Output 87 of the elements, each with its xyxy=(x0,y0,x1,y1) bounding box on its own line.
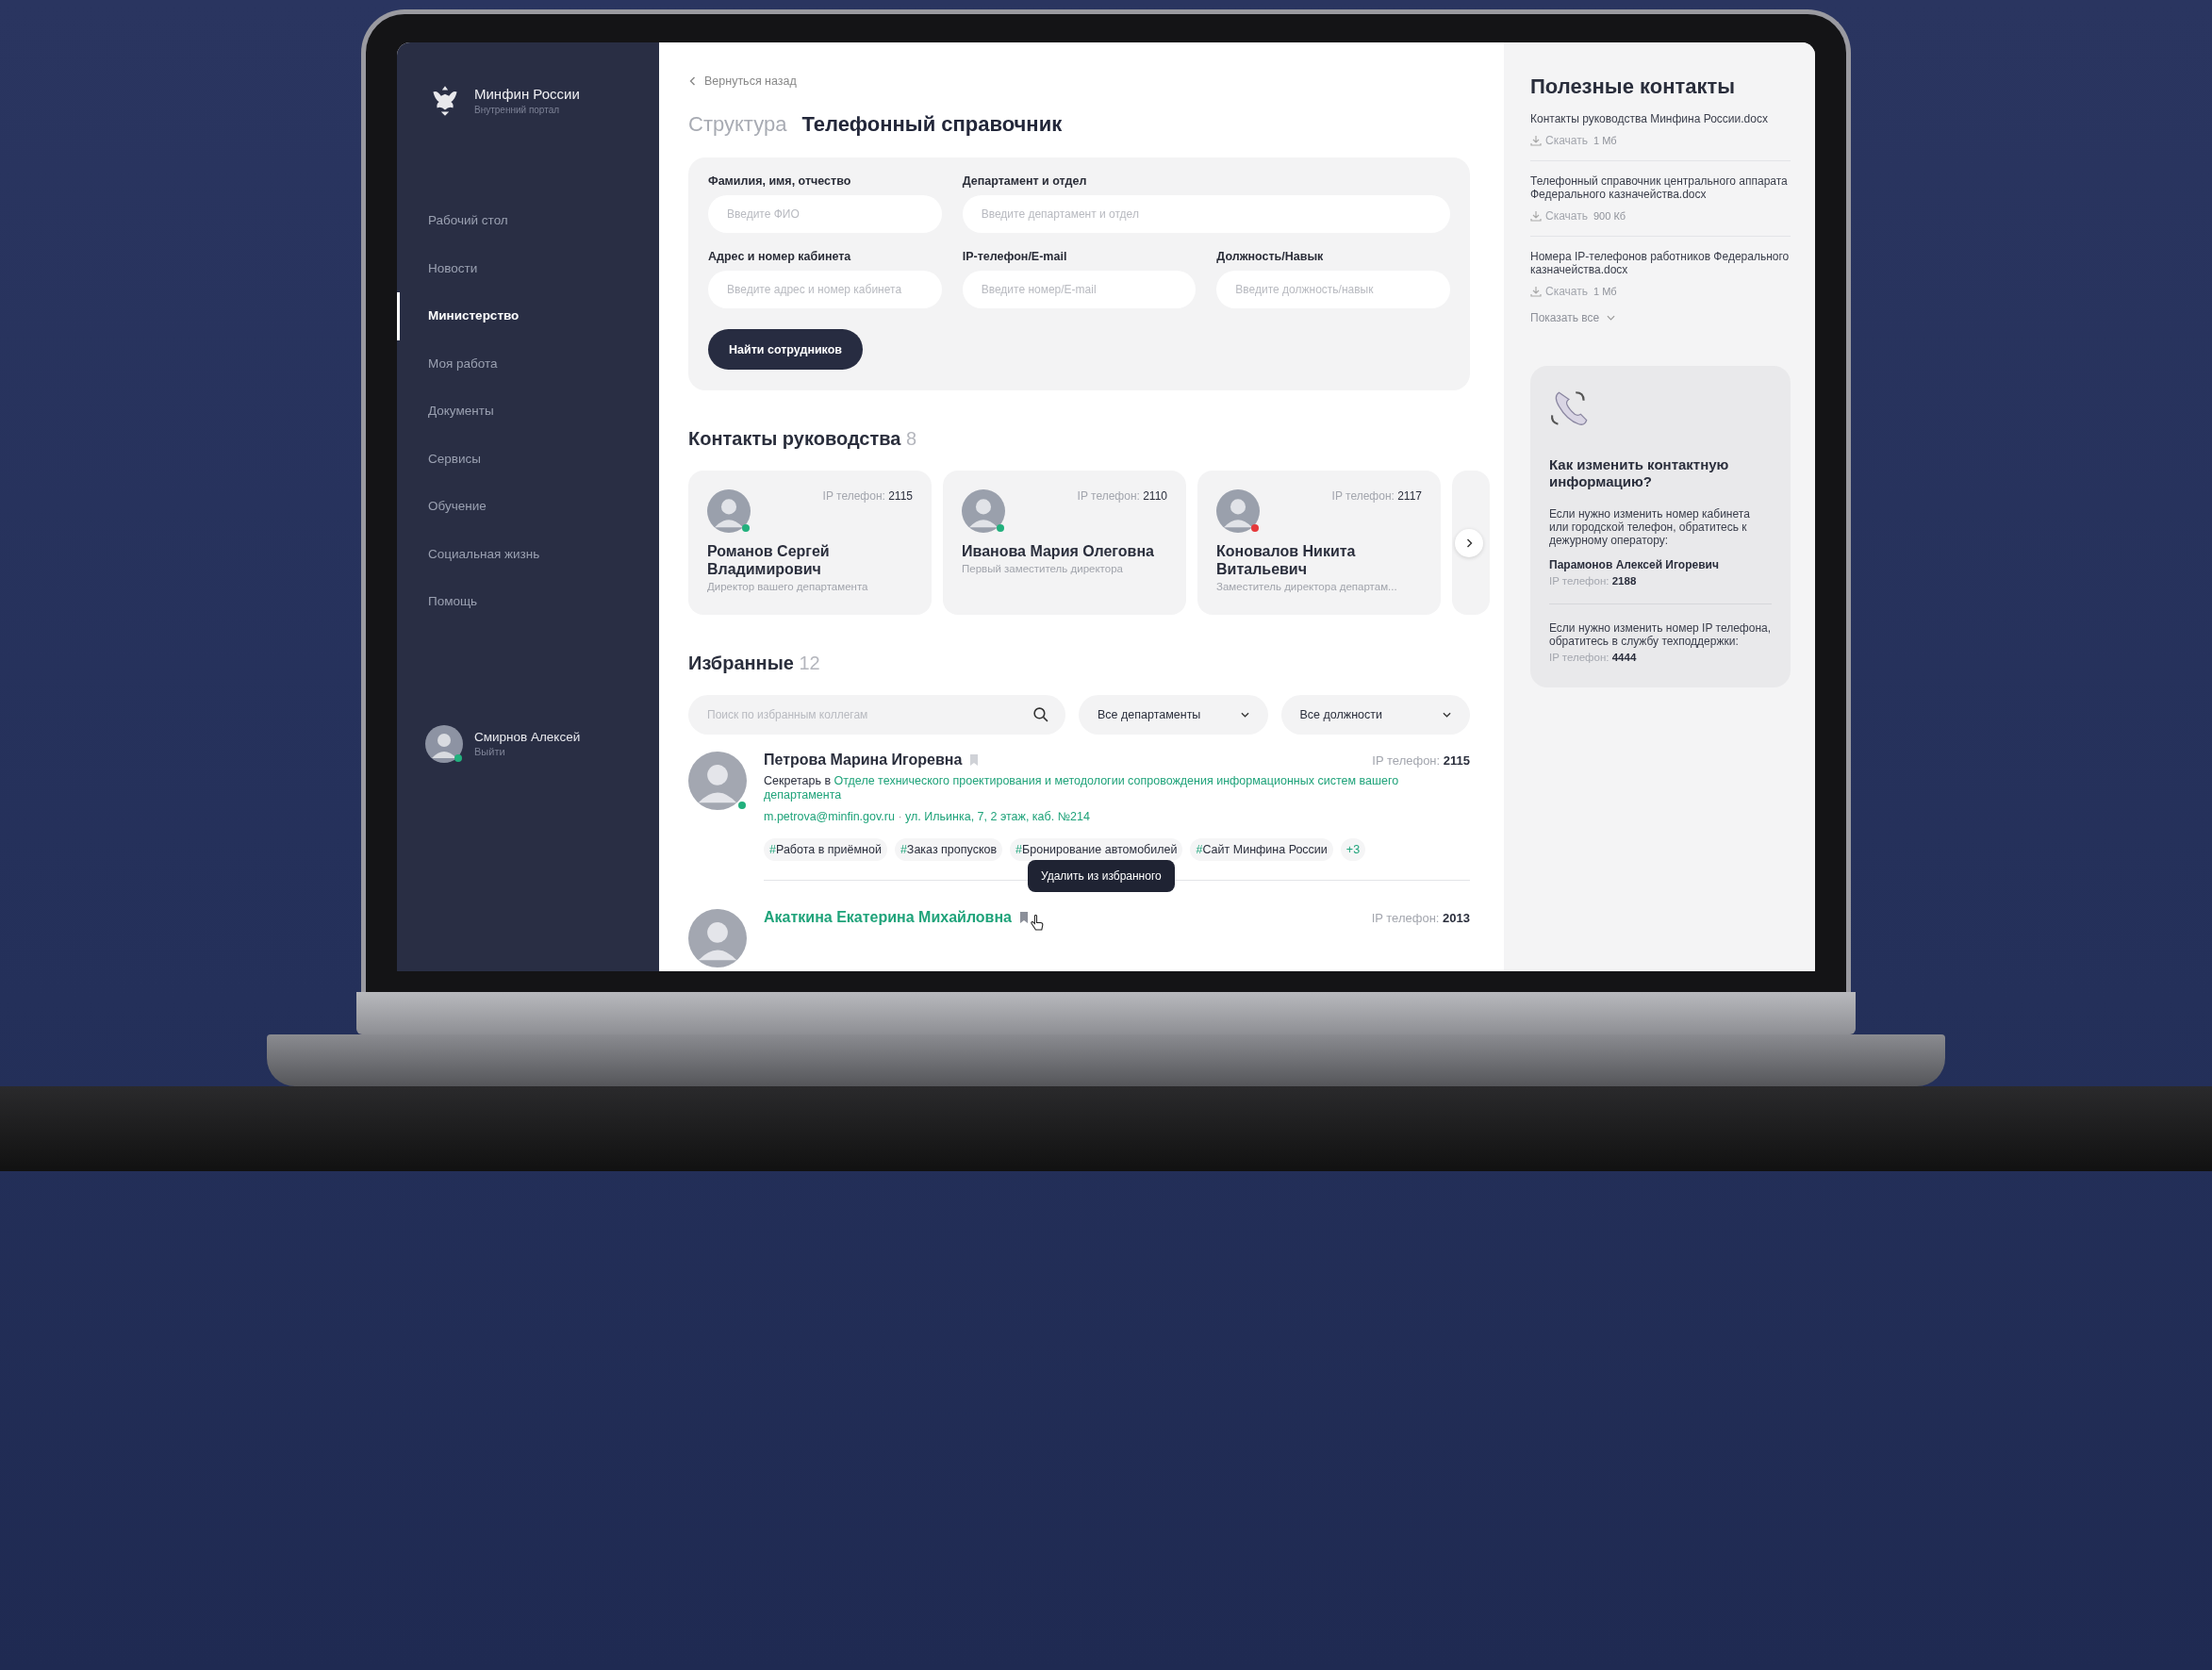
file-size: 1 Мб xyxy=(1593,285,1617,297)
breadcrumb-item: Телефонный справочник xyxy=(801,112,1063,137)
help-text: Если нужно изменить номер кабинета или городской телефон, обратитесь к дежурному оператору: xyxy=(1549,506,1751,547)
skill-tag[interactable]: #Работа в приёмной xyxy=(764,838,887,861)
field-label: Адрес и номер кабинета xyxy=(708,250,852,263)
skill-tag[interactable]: #Заказ пропусков xyxy=(894,838,1003,861)
chevron-down-icon xyxy=(1443,710,1451,719)
logout-link[interactable]: Выйти xyxy=(474,746,581,757)
leader-card[interactable]: IP телефон: 2117 Коновалов Никита Витальевич Заместитель директора департам... xyxy=(1197,471,1441,615)
nav-item[interactable]: Министерство xyxy=(397,292,659,340)
phone-text: IP телефон: 2013 xyxy=(1371,910,1470,925)
chevron-down-icon xyxy=(1240,710,1249,719)
hand-cursor-icon xyxy=(1030,915,1044,931)
input-field[interactable]: Введите ФИО xyxy=(708,195,942,233)
download-icon xyxy=(1530,285,1542,297)
skill-tag[interactable]: #Бронирование автомобилей xyxy=(1010,838,1183,861)
phone-text: IP телефон: 2110 xyxy=(1077,489,1167,503)
person-name[interactable]: Акаткина Екатерина Михайловна xyxy=(764,909,1012,926)
input-field[interactable]: Введите должность/навык xyxy=(1216,271,1450,308)
avatar-icon xyxy=(707,489,751,533)
user-name: Смирнов Алексей xyxy=(474,730,581,744)
leader-name: Коновалов Никита Витальевич xyxy=(1216,542,1357,578)
dropdown[interactable]: Все должности xyxy=(1280,695,1470,735)
avatar-icon xyxy=(688,752,747,810)
nav-item[interactable]: Сервисы xyxy=(397,435,659,483)
input-field[interactable]: Введите адрес и номер кабинета xyxy=(708,271,942,308)
nav-item[interactable]: Рабочий стол xyxy=(397,197,659,245)
contact-name: Парамонов Алексей Игоревич xyxy=(1549,557,1720,571)
download-icon xyxy=(1530,134,1542,146)
search-field[interactable]: Поиск по избранным коллегам xyxy=(688,695,1065,735)
nav-item[interactable]: Помощь xyxy=(397,578,659,626)
nav-item[interactable]: Социальная жизнь xyxy=(397,530,659,578)
bookmark-icon[interactable] xyxy=(1019,912,1029,923)
skill-tag[interactable]: #Сайт Минфина России xyxy=(1190,838,1333,861)
leader-position: Заместитель директора департам... xyxy=(1216,581,1398,592)
chevron-left-icon xyxy=(688,76,697,86)
input-field[interactable]: Введите номер/E-mail xyxy=(962,271,1197,308)
leader-card[interactable]: IP телефон: 2115 Романов Сергей Владимирович Директор вашего департамента xyxy=(688,471,932,615)
phone-text: IP телефон: 2115 xyxy=(822,489,913,503)
phone-text: IP телефон: 4444 xyxy=(1549,651,1638,663)
brand-title: Минфин России xyxy=(474,85,580,102)
section-title: Избранные xyxy=(688,653,794,673)
nav-item[interactable]: Обучение xyxy=(397,483,659,531)
nav-item[interactable]: Моя работа xyxy=(397,339,659,388)
leader-name: Романов Сергей Владимирович xyxy=(707,542,831,578)
field-label: Должность/Навык xyxy=(1216,250,1325,263)
leader-position: Директор вашего департамента xyxy=(707,581,869,592)
dropdown[interactable]: Все департаменты xyxy=(1079,695,1268,735)
back-link[interactable]: Вернуться назад xyxy=(688,74,797,88)
person-name[interactable]: Петрова Марина Игоревна xyxy=(764,752,963,769)
phone-text: IP телефон: 2115 xyxy=(1372,752,1470,768)
field-label: Фамилия, имя, отчество xyxy=(708,174,852,188)
phone-text: IP телефон: 2117 xyxy=(1331,489,1422,503)
tooltip: Удалить из избранного xyxy=(1028,860,1175,892)
find-employees-button[interactable]: Найти сотрудников xyxy=(708,329,864,370)
avatar-icon xyxy=(962,489,1005,533)
field-label: IP-телефон/E-mail xyxy=(962,250,1068,263)
leader-card[interactable]: IP телефон: 2110 Иванова Мария Олеговна Первый заместитель директора xyxy=(943,471,1186,615)
file-size: 1 Мб xyxy=(1593,134,1617,146)
document-name[interactable]: Телефонный справочник центрального аппарата Федерального казначейства.docx xyxy=(1530,174,1791,202)
section-count: 8 xyxy=(905,428,917,449)
section-title: Контакты руководства xyxy=(688,428,901,449)
nav-item[interactable]: Документы xyxy=(397,388,659,436)
nav-item[interactable]: Новости xyxy=(397,244,659,292)
leader-name: Иванова Мария Олеговна xyxy=(962,542,1155,560)
avatar-icon xyxy=(688,909,747,967)
avatar-icon xyxy=(1216,489,1260,533)
file-size: 900 Кб xyxy=(1593,209,1626,222)
phone-text: IP телефон: 2188 xyxy=(1549,574,1638,587)
panel-title: Полезные контакты xyxy=(1530,74,1736,99)
contact-text: m.petrova@minfin.gov.ru · ул. Ильинка, 7, 2 этаж, каб. №214 xyxy=(764,810,1091,823)
show-all-link[interactable]: Показать все xyxy=(1530,310,1616,324)
input-field[interactable]: Введите департамент и отдел xyxy=(962,195,1450,233)
leader-position: Первый заместитель директора xyxy=(962,563,1124,574)
download-icon xyxy=(1530,209,1542,222)
field-label: Департамент и отдел xyxy=(962,174,1088,188)
document-name[interactable]: Номера IP-телефонов работников Федерального казначейства.docx xyxy=(1530,249,1791,277)
document-name[interactable]: Контакты руководства Минфина России.docx xyxy=(1530,112,1791,126)
search-icon xyxy=(1032,706,1048,722)
position-text: Секретарь в Отделе технического проектирования и методологии сопровождения информационных систем вашего департамента xyxy=(764,774,1400,802)
brand-subtitle: Внутренний портал xyxy=(474,104,561,115)
more-tags[interactable]: +3 xyxy=(1340,838,1366,861)
help-text: Если нужно изменить номер IP телефона, обратитесь в службу техподдержки: xyxy=(1549,620,1772,648)
section-count: 12 xyxy=(799,653,820,673)
chevron-right-icon xyxy=(1464,538,1474,548)
help-title: Как изменить контактную информацию? xyxy=(1549,455,1730,490)
user-avatar-icon[interactable] xyxy=(425,724,463,763)
